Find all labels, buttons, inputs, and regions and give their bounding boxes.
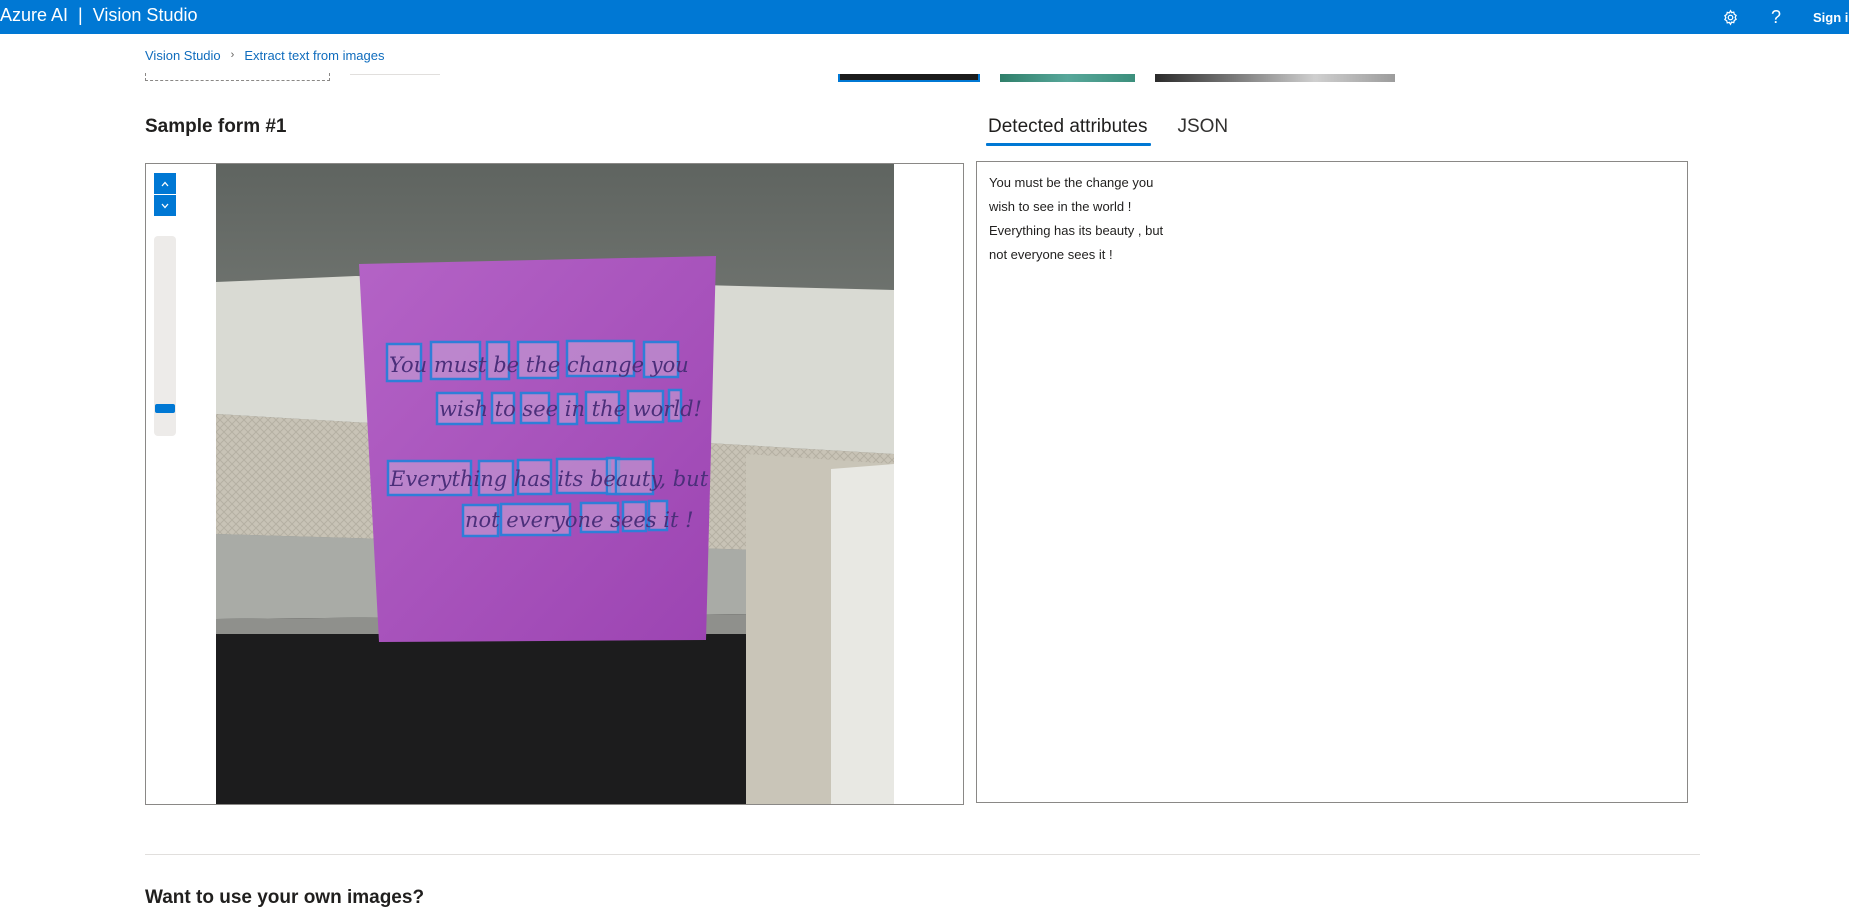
section-divider [145,854,1700,855]
svg-text:not everyone sees it !: not everyone sees it ! [465,508,694,532]
breadcrumb: Vision Studio › Extract text from images [145,45,384,65]
result-line: not everyone sees it ! [989,247,1113,262]
svg-text:Everything has its beauty, but: Everything has its beauty, but [389,467,709,491]
result-line: wish to see in the world ! [989,199,1132,214]
result-line: You must be the change you [989,175,1154,190]
tab-json[interactable]: JSON [1175,114,1230,146]
sticky-note [359,256,716,642]
divider-line [350,74,440,75]
svg-text:You must be the change you: You must be the change you [389,353,689,377]
breadcrumb-extract-text[interactable]: Extract text from images [244,48,384,63]
sample-thumbnail[interactable] [1000,74,1135,82]
settings-button[interactable] [1707,0,1753,34]
sticky-note-photo: You must be the change you wish to see i… [216,164,894,804]
sample-photo: You must be the change you wish to see i… [216,164,894,804]
zoom-controls [154,173,176,217]
zoom-slider[interactable] [154,236,176,436]
chevron-down-icon [161,203,169,208]
app-brand[interactable]: Azure AI | Vision Studio [0,0,197,34]
breadcrumb-vision-studio[interactable]: Vision Studio [145,48,221,63]
sample-thumbnail[interactable] [1155,74,1395,82]
zoom-slider-thumb[interactable] [155,404,175,413]
tab-detected-attributes[interactable]: Detected attributes [986,114,1152,146]
result-tabs: Detected attributes JSON [986,114,1256,146]
sample-title: Sample form #1 [145,116,287,137]
zoom-out-button[interactable] [154,195,176,216]
help-button[interactable]: ? [1753,0,1799,34]
result-line: Everything has its beauty , but [989,223,1164,238]
sample-thumbnail-selected[interactable] [838,74,980,82]
own-images-heading: Want to use your own images? [145,887,425,908]
chevron-up-icon [161,181,169,186]
sign-in-link[interactable]: Sign in [1813,10,1849,25]
svg-text:wish to see in the world!: wish to see in the world! [439,397,702,421]
brand-vision-studio: Vision Studio [92,5,198,25]
detected-attributes-panel: You must be the change you wish to see i… [976,161,1688,803]
help-icon: ? [1770,6,1781,27]
image-viewer: You must be the change you wish to see i… [145,163,964,805]
brand-separator: | [78,5,83,25]
upload-dropzone-edge[interactable] [145,73,330,81]
gear-icon [1723,8,1737,26]
top-bar: Azure AI | Vision Studio ? Sign in [0,0,1849,34]
brand-azure-ai: Azure AI [0,5,69,25]
zoom-in-button[interactable] [154,173,176,194]
breadcrumb-chevron-icon: › [230,49,235,61]
